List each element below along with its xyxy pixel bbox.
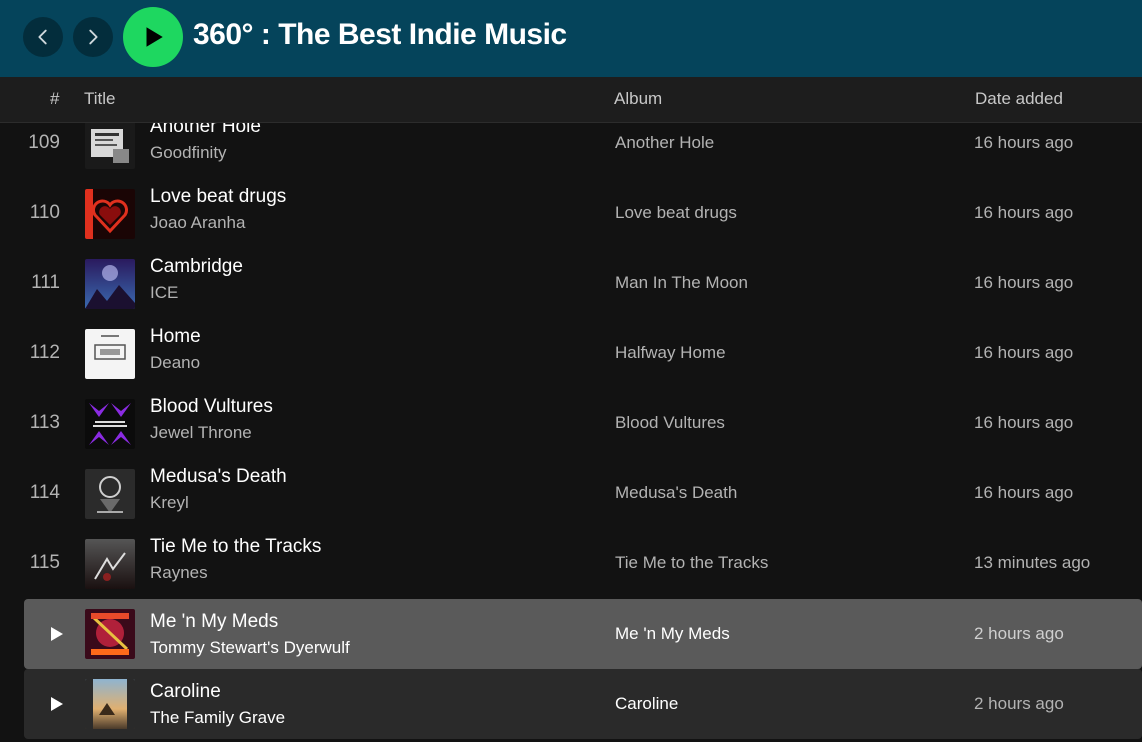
track-artist[interactable]: ICE [150,283,178,303]
track-row[interactable]: 114 Medusa's Death Kreyl Medusa's Death … [24,459,1142,529]
track-number: 112 [29,342,60,363]
column-title[interactable]: Title [84,89,116,109]
track-date-added: 16 hours ago [974,273,1074,292]
column-number[interactable]: # [50,89,59,109]
track-row[interactable]: 112 Home Deano Halfway Home 16 hours ago [24,319,1142,389]
album-art [85,609,135,659]
track-date-added: 16 hours ago [974,343,1074,362]
album-art [85,539,135,589]
album-art [85,189,135,239]
track-date-added: 16 hours ago [974,203,1074,222]
track-date-added: 2 hours ago [974,624,1064,643]
track-row[interactable]: Caroline The Family Grave Caroline 2 hou… [24,669,1142,739]
track-number: 113 [29,412,60,433]
track-artist[interactable]: Kreyl [150,493,189,513]
track-date-added: 2 hours ago [974,694,1064,713]
track-title[interactable]: Cambridge [150,256,243,278]
track-title[interactable]: Medusa's Death [150,466,287,488]
track-artist[interactable]: Raynes [150,563,208,583]
top-bar: 360° : The Best Indie Music [0,0,1142,77]
album-art [85,679,135,729]
track-album[interactable]: Another Hole [615,133,714,153]
tracklist-header: # Title Album Date added [0,77,1142,123]
album-art [85,259,135,309]
chevron-right-icon [89,29,98,45]
track-title[interactable]: Blood Vultures [150,396,273,418]
forward-button[interactable] [73,17,113,57]
track-row[interactable]: 109 Another Hole Goodfinity Another Hole… [24,123,1142,179]
track-row[interactable]: 115 Tie Me to the Tracks Raynes Tie Me t… [24,529,1142,599]
chevron-left-icon [38,29,47,45]
track-album[interactable]: Man In The Moon [615,273,748,293]
track-artist[interactable]: Goodfinity [150,143,227,163]
track-artist[interactable]: Deano [150,353,200,373]
track-album[interactable]: Halfway Home [615,343,726,363]
track-date-added: 16 hours ago [974,413,1074,432]
play-icon [146,27,163,47]
track-album[interactable]: Caroline [615,694,678,714]
track-number: 109 [28,132,60,153]
track-date-added: 16 hours ago [974,483,1074,502]
track-album[interactable]: Me 'n My Meds [615,624,730,644]
track-title[interactable]: Caroline [150,681,221,703]
track-row[interactable]: 110 Love beat drugs Joao Aranha Love bea… [24,179,1142,249]
track-artist[interactable]: Jewel Throne [150,423,252,443]
track-artist[interactable]: Tommy Stewart's Dyerwulf [150,638,350,658]
album-art [85,329,135,379]
track-number: 115 [29,552,60,573]
back-button[interactable] [23,17,63,57]
track-artist[interactable]: The Family Grave [150,708,285,728]
album-art [85,123,135,169]
play-playlist-button[interactable] [123,7,183,67]
play-icon[interactable] [48,626,64,642]
track-number: 114 [29,482,60,503]
track-title[interactable]: Love beat drugs [150,186,286,208]
track-title[interactable]: Me 'n My Meds [150,611,278,633]
album-art [85,469,135,519]
track-row[interactable]: 111 Cambridge ICE Man In The Moon 16 hou… [24,249,1142,319]
track-title[interactable]: Tie Me to the Tracks [150,536,321,558]
track-album[interactable]: Tie Me to the Tracks [615,553,768,573]
playlist-title: 360° : The Best Indie Music [193,18,567,51]
track-row[interactable]: 113 Blood Vultures Jewel Throne Blood Vu… [24,389,1142,459]
track-artist[interactable]: Joao Aranha [150,213,245,233]
album-art [85,399,135,449]
track-title[interactable]: Another Hole [150,123,261,138]
track-row-selected[interactable]: Me 'n My Meds Tommy Stewart's Dyerwulf M… [24,599,1142,669]
track-number: 110 [29,202,60,223]
column-album[interactable]: Album [614,89,662,109]
track-album[interactable]: Love beat drugs [615,203,737,223]
tracklist: 109 Another Hole Goodfinity Another Hole… [0,123,1142,742]
track-title[interactable]: Home [150,326,201,348]
track-date-added: 13 minutes ago [974,553,1091,572]
track-date-added: 16 hours ago [974,133,1074,152]
track-album[interactable]: Medusa's Death [615,483,737,503]
play-icon[interactable] [48,696,64,712]
track-number: 111 [31,272,60,293]
column-date-added[interactable]: Date added [975,89,1063,109]
track-album[interactable]: Blood Vultures [615,413,725,433]
